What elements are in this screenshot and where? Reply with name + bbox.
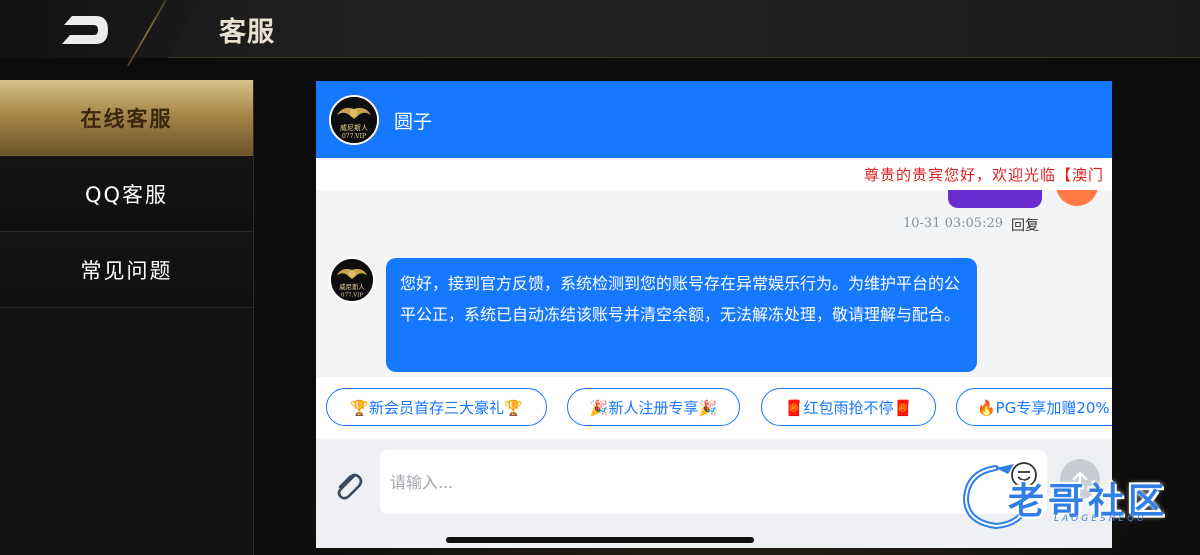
reply-button[interactable]: 回复 (1011, 215, 1039, 235)
quick-reply-bar: 🏆新会员首存三大豪礼🏆 🎉新人注册专享🎉 🧧红包雨抢不停🧧 🔥PG专享加赠20%… (316, 377, 1112, 439)
chat-panel: 威尼斯人 077.VIP 圆子 尊贵的贵宾您好，欢迎光临【澳门 10-31 03… (316, 81, 1112, 548)
svg-text:威尼斯人: 威尼斯人 (339, 282, 365, 291)
sidebar-item-label: QQ客服 (84, 182, 169, 207)
input-area (316, 439, 1112, 548)
sidebar-item-qq-service[interactable]: QQ客服 (0, 156, 253, 232)
agent-avatar: 威尼斯人 077.VIP (329, 95, 379, 145)
quick-reply-button[interactable]: 🎉新人注册专享🎉 (567, 388, 740, 426)
back-arrow-icon (62, 16, 108, 44)
agent-message-bubble: 您好，接到官方反馈，系统检测到您的账号存在异常娱乐行为。为维护平台的公平公正，系… (386, 258, 977, 372)
svg-text:威尼斯人: 威尼斯人 (340, 123, 368, 132)
announcement-text: 尊贵的贵宾您好，欢迎光临【澳门 (864, 166, 1105, 184)
message-list[interactable]: 10-31 03:05:29 回复 威尼斯人 077.VIP 您好，接到官方反馈… (316, 190, 1112, 376)
chat-header: 威尼斯人 077.VIP 圆子 (316, 81, 1112, 158)
announcement-marquee: 尊贵的贵宾您好，欢迎光临【澳门 (316, 158, 1112, 190)
sidebar-item-label: 常见问题 (80, 258, 173, 283)
message-input[interactable] (380, 450, 1047, 514)
sidebar-divider (253, 80, 254, 555)
svg-text:077.VIP: 077.VIP (341, 292, 363, 298)
emoji-icon[interactable] (1009, 460, 1039, 490)
top-header: 客服 (0, 0, 1200, 66)
sidebar-item-faq[interactable]: 常见问题 (0, 232, 253, 308)
sidebar-item-online-service[interactable]: 在线客服 (0, 80, 253, 156)
lion-logo-icon: 威尼斯人 077.VIP (331, 259, 373, 301)
agent-avatar: 威尼斯人 077.VIP (329, 257, 375, 303)
message-timestamp: 10-31 03:05:29 (903, 216, 1003, 231)
sidebar-item-label: 在线客服 (80, 106, 173, 131)
svg-text:077.VIP: 077.VIP (342, 133, 366, 140)
quick-reply-button[interactable]: 🧧红包雨抢不停🧧 (761, 388, 936, 426)
user-avatar (1056, 190, 1098, 206)
user-message-bubble (948, 190, 1042, 208)
quick-reply-button[interactable]: 🏆新会员首存三大豪礼🏆 (326, 388, 547, 426)
send-button[interactable] (1060, 459, 1100, 499)
page-title: 客服 (219, 17, 275, 48)
paperclip-icon[interactable] (330, 467, 366, 503)
lion-logo-icon: 威尼斯人 077.VIP (331, 97, 377, 143)
quick-reply-button[interactable]: 🔥PG专享加赠20%🔥 (956, 388, 1112, 426)
agent-name: 圆子 (394, 111, 433, 133)
sidebar: 在线客服 QQ客服 常见问题 (0, 80, 253, 555)
home-indicator (446, 537, 754, 543)
back-button[interactable] (0, 0, 200, 58)
arrow-up-icon (1072, 471, 1088, 488)
